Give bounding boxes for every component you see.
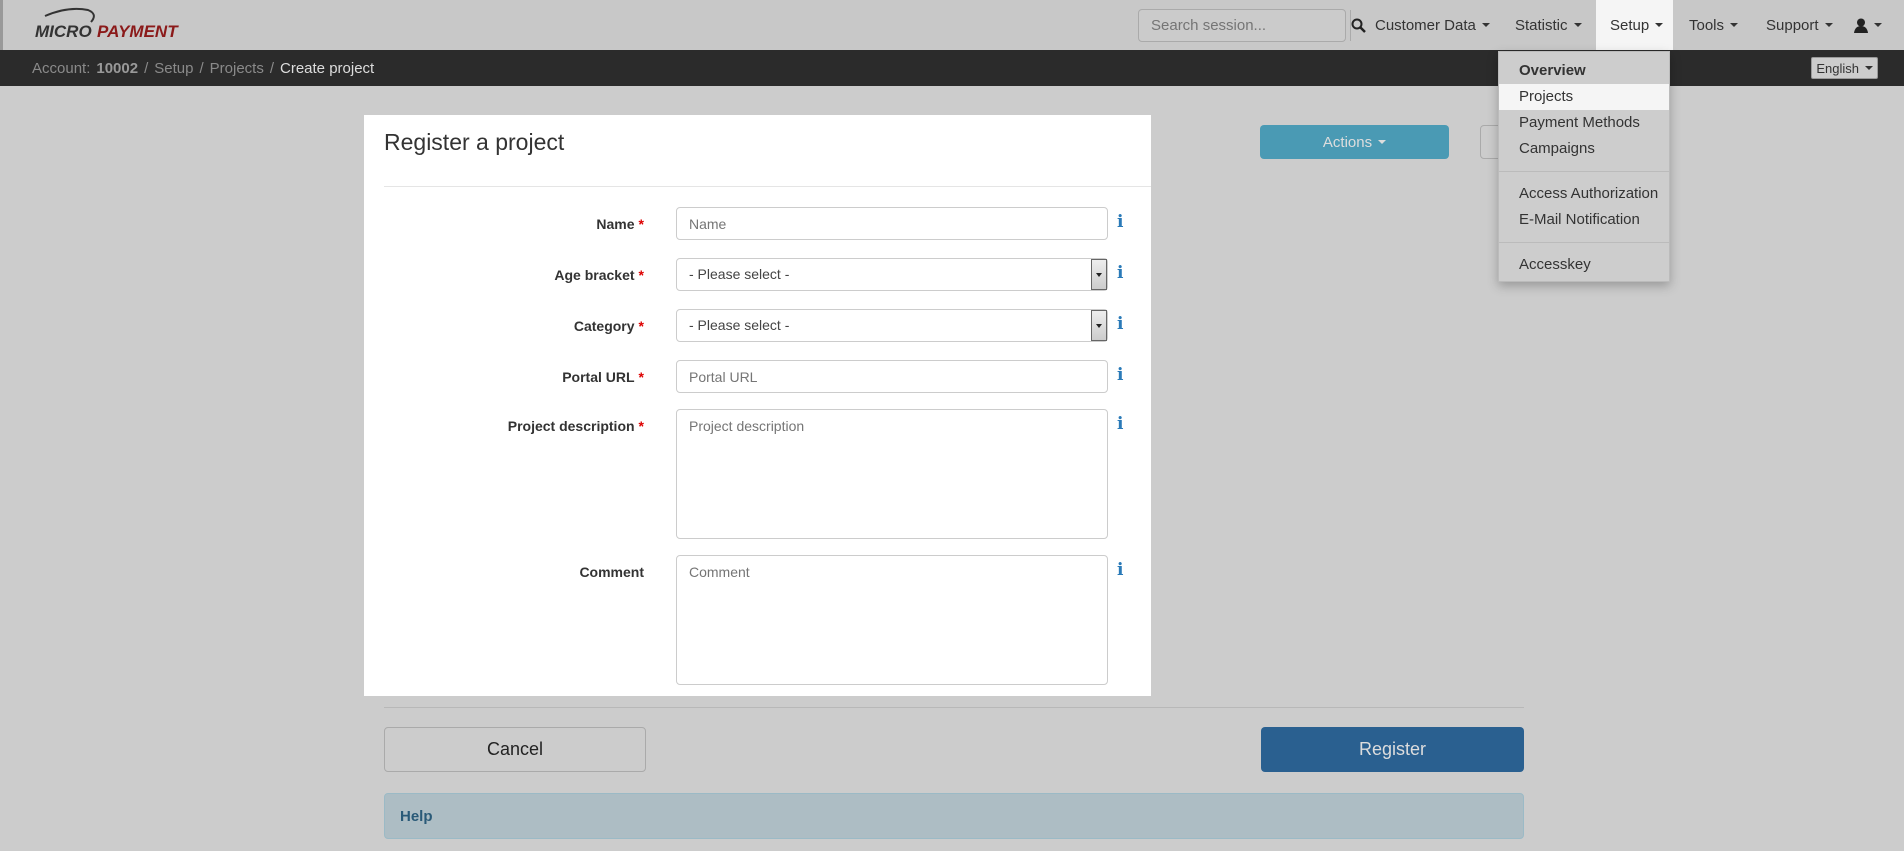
page-title: Register a project (384, 129, 565, 155)
info-icon[interactable]: i (1117, 414, 1123, 434)
caret-down-icon (1655, 23, 1664, 27)
top-navbar: MICRO PAYMENT Customer Data Statistic Se… (0, 0, 1904, 50)
caret-down-icon (1824, 23, 1833, 27)
info-icon[interactable]: i (1117, 212, 1123, 232)
help-title: Help (400, 807, 433, 825)
nav-label: Support (1766, 16, 1819, 34)
nav-tools[interactable]: Tools (1676, 0, 1751, 50)
language-label: English (1816, 60, 1859, 76)
nav-user-menu[interactable] (1841, 0, 1895, 50)
cancel-label: Cancel (486, 739, 544, 759)
nav-setup[interactable]: Setup (1596, 0, 1673, 50)
info-icon[interactable]: i (1117, 365, 1123, 385)
breadcrumb-current: Create project (280, 59, 375, 77)
portal-url-input[interactable] (676, 360, 1108, 393)
caret-down-icon (1730, 23, 1739, 27)
name-input[interactable] (676, 207, 1108, 240)
dropdown-arrow-icon (1091, 259, 1107, 290)
breadcrumb-account-id[interactable]: 10002 (96, 60, 138, 77)
menu-item-projects[interactable]: Projects (1499, 84, 1669, 110)
divider (384, 707, 1524, 708)
menu-item-accesskey[interactable]: Accesskey (1499, 252, 1669, 278)
nav-label: Tools (1689, 16, 1725, 34)
nav-label: Statistic (1515, 16, 1568, 34)
breadcrumb-projects[interactable]: Projects (210, 60, 264, 77)
divider (384, 186, 1151, 187)
menu-divider (1499, 242, 1669, 243)
menu-item-email-notification[interactable]: E-Mail Notification (1499, 207, 1669, 233)
menu-item-payment-methods[interactable]: Payment Methods (1499, 110, 1669, 136)
dropdown-arrow-icon (1091, 310, 1107, 341)
nav-label: Customer Data (1375, 16, 1476, 34)
menu-divider (1499, 171, 1669, 172)
setup-dropdown-menu: Overview Projects Payment Methods Campai… (1498, 51, 1670, 282)
nav-label: Setup (1610, 16, 1650, 34)
age-bracket-select[interactable]: - Please select - (676, 258, 1108, 291)
breadcrumb-setup[interactable]: Setup (154, 60, 193, 77)
breadcrumb-separator: / (269, 59, 274, 77)
info-icon[interactable]: i (1117, 314, 1123, 334)
search-session-input[interactable] (1139, 10, 1350, 41)
caret-down-icon (1481, 23, 1490, 27)
info-icon[interactable]: i (1117, 560, 1123, 580)
actions-button[interactable]: Actions (1260, 125, 1449, 159)
project-description-textarea[interactable] (676, 409, 1108, 539)
caret-down-icon (1874, 23, 1882, 27)
help-panel[interactable]: Help (384, 793, 1524, 839)
category-select[interactable]: - Please select - (676, 309, 1108, 342)
nav-statistic[interactable]: Statistic (1502, 0, 1595, 50)
nav-support[interactable]: Support (1753, 0, 1846, 50)
register-button[interactable]: Register (1261, 727, 1524, 772)
category-label: Category * (573, 318, 644, 334)
age-bracket-label: Age bracket * (554, 267, 644, 283)
info-icon[interactable]: i (1117, 263, 1123, 283)
session-search (1138, 9, 1366, 42)
nav-customer-data[interactable]: Customer Data (1362, 0, 1503, 50)
menu-item-campaigns[interactable]: Campaigns (1499, 136, 1669, 162)
comment-label: Comment (579, 564, 644, 580)
caret-down-icon (1865, 66, 1873, 70)
language-select[interactable]: English (1811, 57, 1878, 79)
comment-textarea[interactable] (676, 555, 1108, 685)
register-project-panel: Register a project Name* i Age bracket* … (364, 115, 1151, 696)
actions-label: Actions (1322, 133, 1373, 151)
breadcrumb-separator: / (144, 59, 149, 77)
caret-down-icon (1573, 23, 1582, 27)
register-label: Register (1358, 739, 1427, 759)
user-icon (1854, 18, 1868, 33)
cancel-button[interactable]: Cancel (384, 727, 646, 772)
menu-item-overview[interactable]: Overview (1499, 58, 1669, 84)
micropayment-logo[interactable]: MICRO PAYMENT (33, 7, 178, 44)
logo-payment-text: PAYMENT (97, 22, 178, 41)
name-label: Name * (596, 216, 644, 232)
breadcrumb-account-label: Account: (32, 59, 91, 77)
caret-down-icon (1378, 140, 1387, 144)
description-label: Project description * (507, 418, 644, 434)
menu-item-access-authorization[interactable]: Access Authorization (1499, 181, 1669, 207)
portal-url-label: Portal URL * (562, 369, 644, 385)
logo-micro-text: MICRO (35, 22, 92, 41)
breadcrumb-separator: / (199, 59, 204, 77)
